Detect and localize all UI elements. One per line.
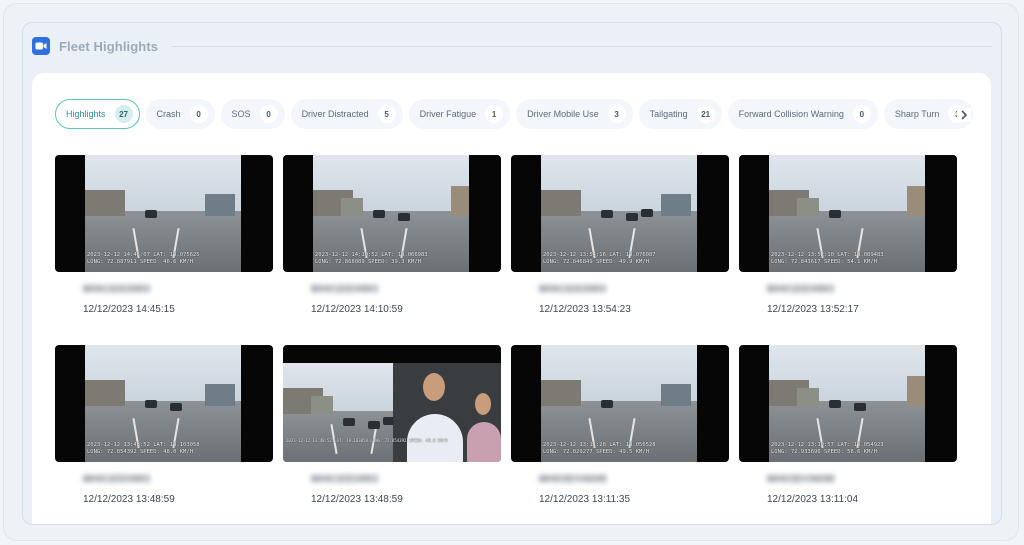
filter-chip-highlights[interactable]: Highlights 27 — [55, 99, 140, 129]
overlay-line-1: 2023-12-12 13:48:52 LAT: 19.103058 LONG:… — [286, 438, 448, 443]
chip-count-badge: 0 — [189, 105, 208, 123]
video-thumbnail[interactable]: 2023-12-12 13:11:28 LAT: 19.056528 LONG: … — [511, 345, 729, 462]
vehicle-plate: MH01EE0883 — [539, 284, 607, 295]
chip-count-badge: 0 — [852, 105, 871, 123]
telemetry-overlay: 2023-12-12 13:54:16 LAT: 19.076087 LONG: … — [543, 252, 656, 266]
highlight-card[interactable]: 2023-12-12 13:48:52 LAT: 19.103058 LONG:… — [283, 345, 501, 505]
filter-chip-crash[interactable]: Crash 0 — [145, 99, 215, 129]
telemetry-overlay: 2023-12-12 13:11:28 LAT: 19.056528 LONG: … — [543, 442, 656, 456]
chip-count-badge: 27 — [114, 105, 133, 123]
telemetry-overlay: 2023-12-12 13:48:52 LAT: 19.103058 LONG: … — [87, 442, 200, 456]
video-thumbnail[interactable]: 2023-12-12 13:48:52 LAT: 19.103058 LONG: … — [55, 345, 273, 462]
panel-header: Fleet Highlights — [32, 35, 992, 57]
highlights-content: Highlights 27 Crash 0 SOS 0 Driver Distracted 5… — [32, 73, 991, 524]
event-timestamp: 12/12/2023 13:11:04 — [767, 494, 859, 505]
filter-chip-driver-mobile-use[interactable]: Driver Mobile Use 3 — [516, 99, 633, 129]
video-frame — [283, 363, 393, 462]
chip-label: Driver Fatigue — [419, 109, 477, 119]
vehicle-plate: MH01EE0883 — [767, 284, 835, 295]
highlight-card[interactable]: 2023-12-12 14:10:52 LAT: 19.066983 LONG: … — [283, 155, 501, 315]
filter-chip-tailgating[interactable]: Tailgating 21 — [638, 99, 722, 129]
event-timestamp: 12/12/2023 13:52:17 — [767, 304, 859, 315]
chip-count-badge: 1 — [485, 105, 504, 123]
event-timestamp: 12/12/2023 13:48:59 — [311, 494, 403, 505]
video-thumbnail[interactable]: 2023-12-12 13:48:52 LAT: 19.103058 LONG:… — [283, 345, 501, 462]
chip-label: Forward Collision Warning — [738, 109, 844, 119]
overlay-line-2: LONG: 72.846849 SPEED: 49.9 KM/H — [543, 259, 649, 265]
vehicle-plate: MH01EE0883 — [83, 284, 151, 295]
vehicle-plate: MH03DV6698 — [539, 474, 607, 485]
vehicle-plate: MH01EE0883 — [311, 474, 379, 485]
overlay-line-1: 2023-12-12 13:48:52 LAT: 19.103058 — [87, 442, 200, 448]
overlay-line-1: 2023-12-12 13:54:16 LAT: 19.076087 — [543, 252, 656, 258]
highlight-card[interactable]: 2023-12-12 13:48:52 LAT: 19.103058 LONG: … — [55, 345, 273, 505]
overlay-line-1: 2023-12-12 13:10:57 LAT: 19.054923 — [771, 442, 884, 448]
event-timestamp: 12/12/2023 14:10:59 — [311, 304, 403, 315]
driver-cabin-view — [393, 363, 501, 462]
overlay-line-1: 2023-12-12 14:45:07 LAT: 19.075625 — [87, 252, 200, 258]
video-camera-icon — [32, 37, 50, 55]
chip-count-badge: 0 — [259, 105, 278, 123]
overlay-line-1: 2023-12-12 13:52:10 LAT: 19.089483 — [771, 252, 884, 258]
highlight-card[interactable]: 2023-12-12 13:10:57 LAT: 19.054923 LONG: … — [739, 345, 957, 505]
chip-label: Sharp Turn — [894, 109, 940, 119]
event-timestamp: 12/12/2023 13:11:35 — [539, 494, 631, 505]
overlay-line-1: 2023-12-12 14:10:52 LAT: 19.066983 — [315, 252, 428, 258]
chevron-right-icon[interactable] — [957, 108, 971, 122]
chip-count-badge: 21 — [696, 105, 715, 123]
filter-chip-driver-distracted[interactable]: Driver Distracted 5 — [290, 99, 403, 129]
event-timestamp: 12/12/2023 13:48:59 — [83, 494, 175, 505]
overlay-line-2: LONG: 72.933696 SPEED: 56.6 KM/H — [771, 449, 877, 455]
highlight-card[interactable]: 2023-12-12 14:45:07 LAT: 19.075625 LONG: … — [55, 155, 273, 315]
vehicle-plate: MH01EE0883 — [83, 474, 151, 485]
vehicle-plate: MH03DV6698 — [767, 474, 835, 485]
panel-title: Fleet Highlights — [59, 38, 159, 54]
event-filter-chips: Highlights 27 Crash 0 SOS 0 Driver Distracted 5… — [55, 99, 975, 131]
overlay-line-1: 2023-12-12 13:11:28 LAT: 19.056528 — [543, 442, 656, 448]
overlay-line-2: LONG: 72.854392 SPEED: 48.0 KM/H — [87, 449, 193, 455]
telemetry-overlay: 2023-12-12 14:10:52 LAT: 19.066983 LONG: … — [315, 252, 428, 266]
filter-chip-sos[interactable]: SOS 0 — [220, 99, 285, 129]
highlight-card[interactable]: 2023-12-12 13:52:10 LAT: 19.089483 LONG: … — [739, 155, 957, 315]
video-thumbnail[interactable]: 2023-12-12 14:10:52 LAT: 19.066983 LONG: … — [283, 155, 501, 272]
vehicle-plate: MH01EE0883 — [311, 284, 379, 295]
overlay-line-2: LONG: 72.829277 SPEED: 49.5 KM/H — [543, 449, 649, 455]
overlay-line-2: LONG: 72.843617 SPEED: 54.1 KM/H — [771, 259, 877, 265]
highlight-card[interactable]: 2023-12-12 13:11:28 LAT: 19.056528 LONG: … — [511, 345, 729, 505]
video-thumbnail[interactable]: 2023-12-12 13:10:57 LAT: 19.054923 LONG: … — [739, 345, 957, 462]
video-thumbnail[interactable]: 2023-12-12 13:54:16 LAT: 19.076087 LONG: … — [511, 155, 729, 272]
chip-label: Driver Mobile Use — [527, 109, 599, 119]
chip-label: SOS — [231, 109, 251, 119]
chip-label: Driver Distracted — [301, 109, 369, 119]
overlay-line-2: LONG: 72.868089 SPEED: 39.3 KM/H — [315, 259, 421, 265]
telemetry-overlay: 2023-12-12 13:48:52 LAT: 19.103058 LONG:… — [286, 437, 447, 444]
video-thumbnail[interactable]: 2023-12-12 14:45:07 LAT: 19.075625 LONG: … — [55, 155, 273, 272]
fleet-highlights-panel: Fleet Highlights Highlights 27 Crash 0 SOS 0 D… — [22, 22, 1002, 525]
header-divider — [172, 45, 992, 47]
chip-label: Tailgating — [649, 109, 688, 119]
filter-chip-forward-collision-warning[interactable]: Forward Collision Warning 0 — [727, 99, 878, 129]
chip-count-badge: 5 — [377, 105, 396, 123]
highlight-card[interactable]: 2023-12-12 13:54:16 LAT: 19.076087 LONG: … — [511, 155, 729, 315]
event-timestamp: 12/12/2023 13:54:23 — [539, 304, 631, 315]
chip-label: Crash — [156, 109, 181, 119]
telemetry-overlay: 2023-12-12 13:10:57 LAT: 19.054923 LONG: … — [771, 442, 884, 456]
telemetry-overlay: 2023-12-12 13:52:10 LAT: 19.089483 LONG: … — [771, 252, 884, 266]
chip-count-badge: 3 — [607, 105, 626, 123]
chip-label: Highlights — [66, 109, 106, 119]
telemetry-overlay: 2023-12-12 14:45:07 LAT: 19.075625 LONG: … — [87, 252, 200, 266]
overlay-line-2: LONG: 72.887911 SPEED: 46.6 KM/H — [87, 259, 193, 265]
event-timestamp: 12/12/2023 14:45:15 — [83, 304, 175, 315]
filter-chip-driver-fatigue[interactable]: Driver Fatigue 1 — [408, 99, 511, 129]
video-thumbnail[interactable]: 2023-12-12 13:52:10 LAT: 19.089483 LONG: … — [739, 155, 957, 272]
